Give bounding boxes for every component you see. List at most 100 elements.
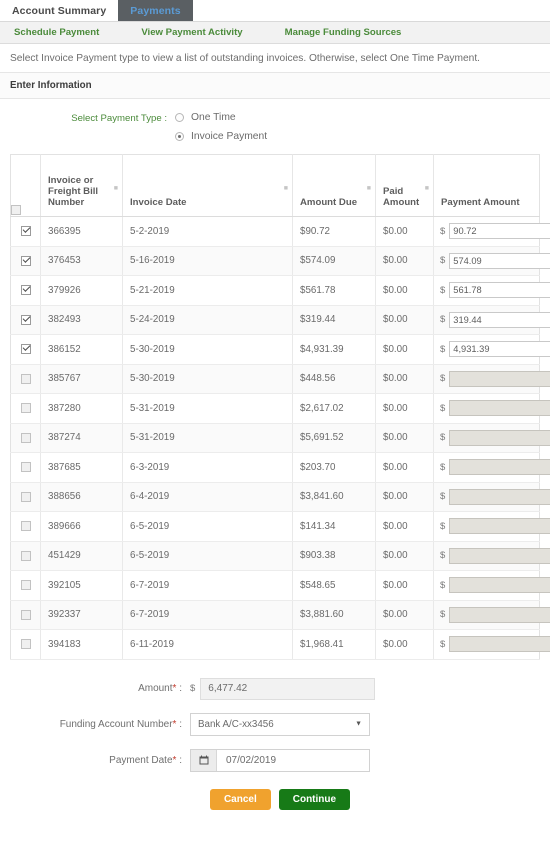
payment-amount-input[interactable] (449, 341, 550, 358)
checkbox-unchecked-icon[interactable] (20, 462, 31, 473)
row-select-cell[interactable] (10, 570, 41, 601)
payment-amount-cell: $ (433, 629, 550, 660)
invoice-number-cell: 394183 (40, 629, 123, 660)
row-select-cell[interactable] (10, 600, 41, 630)
sub-navigation: Schedule Payment View Payment Activity M… (0, 22, 550, 44)
checkbox-checked-icon[interactable] (20, 285, 31, 296)
row-select-cell[interactable] (10, 334, 41, 365)
radio-invoice-payment-icon[interactable] (175, 132, 184, 141)
amount-due-cell: $903.38 (292, 541, 376, 571)
table-row: 382493 5-24-2019 $319.44 $0.00 $ (10, 305, 550, 335)
invoice-number-cell: 366395 (40, 216, 123, 247)
checkbox-unchecked-icon[interactable] (20, 491, 31, 502)
payment-amount-cell: $ (433, 600, 550, 630)
row-select-cell[interactable] (10, 423, 41, 453)
radio-option-one-time[interactable]: One Time (175, 112, 267, 123)
funding-account-label: Funding Account Number* : (0, 719, 190, 730)
sort-icon-amount-due[interactable]: ■ (367, 185, 371, 192)
tab-account-summary[interactable]: Account Summary (0, 0, 118, 21)
currency-symbol: $ (440, 491, 446, 503)
amount-due-cell: $448.56 (292, 364, 376, 394)
checkbox-unchecked-icon[interactable] (20, 550, 31, 561)
payment-date-label-text: Payment Date (109, 754, 173, 766)
header-row: Invoice or Freight Bill Number ■ Invoice… (10, 154, 540, 217)
header-invoice-number[interactable]: Invoice or Freight Bill Number ■ (40, 154, 123, 217)
checkbox-unchecked-icon[interactable] (20, 432, 31, 443)
calendar-icon[interactable] (191, 749, 217, 771)
amount-due-cell: $548.65 (292, 570, 376, 601)
payment-amount-cell: $ (433, 452, 550, 483)
radio-one-time-icon[interactable] (175, 113, 184, 122)
chevron-down-icon[interactable]: ▼ (355, 721, 362, 728)
invoice-date-cell: 5-16-2019 (122, 246, 293, 276)
subnav-schedule-payment[interactable]: Schedule Payment (14, 27, 99, 38)
row-select-cell[interactable] (10, 364, 41, 394)
funding-account-label-suffix: : (176, 718, 182, 730)
sort-icon-paid-amount[interactable]: ■ (425, 185, 429, 192)
form-button-row: Cancel Continue (0, 785, 550, 810)
subnav-manage-funding-sources[interactable]: Manage Funding Sources (285, 27, 402, 38)
table-row: 379926 5-21-2019 $561.78 $0.00 $ (10, 275, 550, 306)
payment-date-value[interactable]: 07/02/2019 (217, 750, 369, 771)
row-select-cell[interactable] (10, 216, 41, 247)
checkbox-unchecked-icon[interactable] (20, 580, 31, 591)
payment-amount-cell: $ (433, 570, 550, 601)
header-amount-due[interactable]: Amount Due ■ (292, 154, 376, 217)
amount-input[interactable] (200, 677, 376, 700)
select-all-checkbox-icon[interactable] (11, 205, 21, 216)
table-row: 366395 5-2-2019 $90.72 $0.00 $ (10, 216, 550, 247)
header-invoice-date[interactable]: Invoice Date ■ (122, 154, 293, 217)
row-select-cell[interactable] (10, 541, 41, 571)
row-select-cell[interactable] (10, 629, 41, 660)
row-select-cell[interactable] (10, 452, 41, 483)
tab-payments[interactable]: Payments (118, 0, 193, 21)
row-select-cell[interactable] (10, 305, 41, 335)
row-select-cell[interactable] (10, 511, 41, 542)
invoice-date-cell: 6-3-2019 (122, 452, 293, 483)
invoice-table: Invoice or Freight Bill Number ■ Invoice… (10, 154, 550, 660)
sort-icon-invoice-number[interactable]: ■ (114, 185, 118, 192)
invoice-date-cell: 5-24-2019 (122, 305, 293, 335)
checkbox-checked-icon[interactable] (20, 226, 31, 237)
radio-option-invoice-payment[interactable]: Invoice Payment (175, 131, 267, 142)
row-select-cell[interactable] (10, 393, 41, 424)
header-invoice-number-label: Invoice or Freight Bill Number (48, 175, 99, 208)
invoice-number-cell: 389666 (40, 511, 123, 542)
checkbox-checked-icon[interactable] (20, 314, 31, 325)
payment-amount-input (449, 606, 550, 623)
checkbox-unchecked-icon[interactable] (20, 521, 31, 532)
table-row: 385767 5-30-2019 $448.56 $0.00 $ (10, 364, 550, 394)
payment-date-field[interactable]: 07/02/2019 (190, 748, 370, 772)
invoice-date-cell: 5-31-2019 (122, 393, 293, 424)
cancel-button[interactable]: Cancel (209, 788, 271, 810)
table-row: 387280 5-31-2019 $2,617.02 $0.00 $ (10, 393, 550, 424)
checkbox-checked-icon[interactable] (20, 255, 31, 266)
header-invoice-date-label: Invoice Date (130, 197, 187, 208)
funding-account-select[interactable]: Bank A/C-xx3456 ▼ (190, 712, 370, 736)
subnav-view-payment-activity[interactable]: View Payment Activity (141, 27, 242, 38)
select-all-header[interactable] (10, 154, 41, 217)
checkbox-checked-icon[interactable] (20, 344, 31, 355)
row-select-cell[interactable] (10, 246, 41, 276)
checkbox-unchecked-icon[interactable] (20, 639, 31, 650)
header-paid-amount[interactable]: Paid Amount ■ (375, 154, 434, 217)
table-row: 388656 6-4-2019 $3,841.60 $0.00 $ (10, 482, 550, 512)
section-title-enter-information: Enter Information (0, 73, 550, 99)
currency-symbol: $ (440, 373, 446, 385)
sort-icon-invoice-date[interactable]: ■ (284, 185, 288, 192)
payment-amount-input (449, 547, 550, 564)
payment-amount-input[interactable] (449, 223, 550, 240)
paid-amount-cell: $0.00 (375, 334, 434, 365)
amount-label-text: Amount (138, 683, 173, 694)
payment-amount-input[interactable] (449, 282, 550, 299)
payment-amount-input[interactable] (449, 252, 550, 269)
checkbox-unchecked-icon[interactable] (20, 609, 31, 620)
tab-payments-label: Payments (130, 4, 181, 17)
continue-button[interactable]: Continue (278, 788, 351, 810)
payment-amount-input (449, 577, 550, 594)
row-select-cell[interactable] (10, 275, 41, 306)
checkbox-unchecked-icon[interactable] (20, 373, 31, 384)
checkbox-unchecked-icon[interactable] (20, 403, 31, 414)
payment-amount-input[interactable] (449, 311, 550, 328)
row-select-cell[interactable] (10, 482, 41, 512)
